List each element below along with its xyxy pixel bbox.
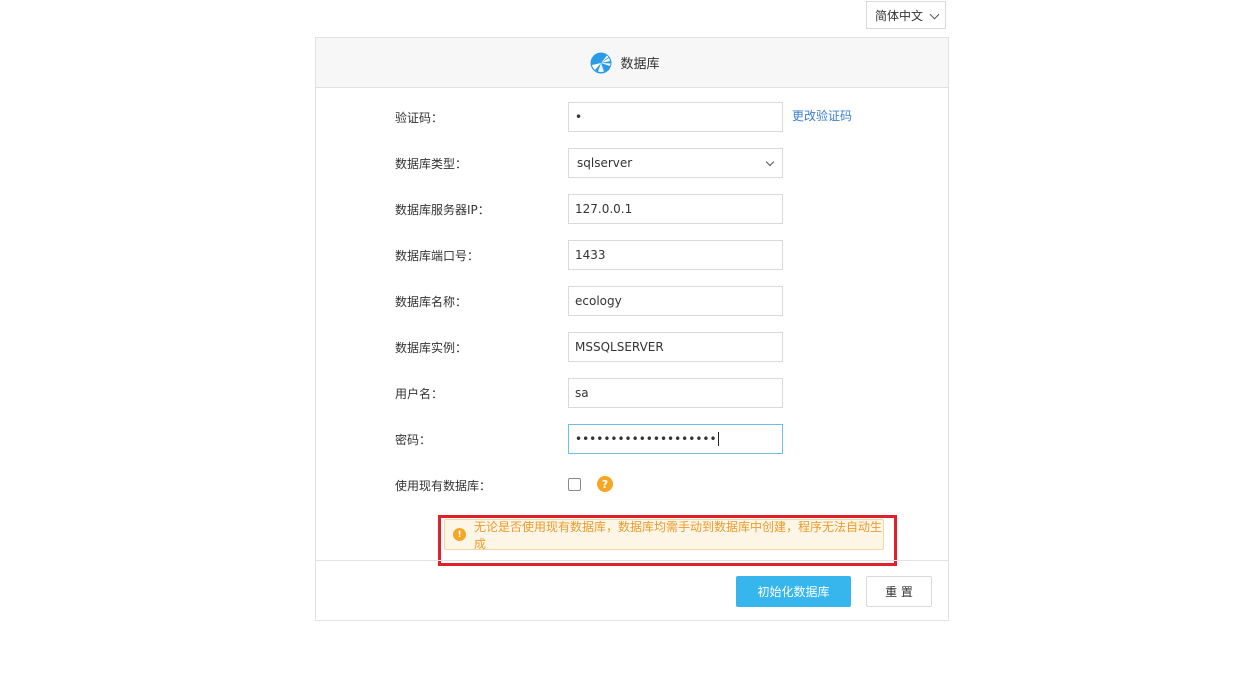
port-label: 数据库端口号： [395, 249, 480, 263]
captcha-label: 验证码： [395, 111, 444, 125]
server-ip-label: 数据库服务器IP： [395, 203, 490, 217]
help-icon[interactable]: ? [597, 476, 613, 492]
db-type-label: 数据库类型： [395, 157, 468, 171]
db-type-select[interactable]: sqlserver [568, 148, 783, 178]
password-input[interactable]: •••••••••••••••••••• [568, 424, 783, 454]
change-captcha-link[interactable]: 更改验证码 [792, 107, 852, 124]
username-input[interactable]: sa [568, 378, 783, 408]
chevron-down-icon [929, 9, 940, 20]
username-value: sa [575, 386, 589, 400]
highlight-frame [438, 515, 897, 566]
chevron-down-icon [765, 157, 775, 167]
init-database-button[interactable]: 初始化数据库 [736, 576, 851, 607]
db-name-value: ecology [575, 294, 622, 308]
panel-header: 数据库 [316, 38, 948, 88]
text-caret [717, 432, 719, 446]
db-name-label: 数据库名称： [395, 295, 468, 309]
use-existing-checkbox[interactable] [568, 478, 581, 491]
language-select[interactable]: 简体中文 [866, 1, 946, 29]
use-existing-label: 使用现有数据库： [395, 479, 492, 493]
captcha-value: • [575, 110, 583, 124]
instance-value: MSSQLSERVER [575, 340, 664, 354]
panel-title: 数据库 [620, 57, 660, 72]
password-label: 密码： [395, 433, 432, 447]
database-logo-icon [590, 52, 612, 73]
db-name-input[interactable]: ecology [568, 286, 783, 316]
instance-label: 数据库实例： [395, 341, 468, 355]
server-ip-value: 127.0.0.1 [575, 202, 633, 216]
username-label: 用户名： [395, 387, 444, 401]
server-ip-input[interactable]: 127.0.0.1 [568, 194, 783, 224]
db-type-value: sqlserver [577, 156, 633, 170]
instance-input[interactable]: MSSQLSERVER [568, 332, 783, 362]
port-value: 1433 [575, 248, 606, 262]
language-select-value: 简体中文 [875, 8, 924, 23]
reset-button[interactable]: 重 置 [866, 576, 932, 607]
database-config-panel: 数据库 验证码： • 更改验证码 数据库类型： sqlserver 数据库服务器… [315, 37, 949, 621]
password-value: •••••••••••••••••••• [575, 432, 717, 446]
port-input[interactable]: 1433 [568, 240, 783, 270]
footer-divider [316, 560, 948, 561]
captcha-input[interactable]: • [568, 102, 783, 132]
